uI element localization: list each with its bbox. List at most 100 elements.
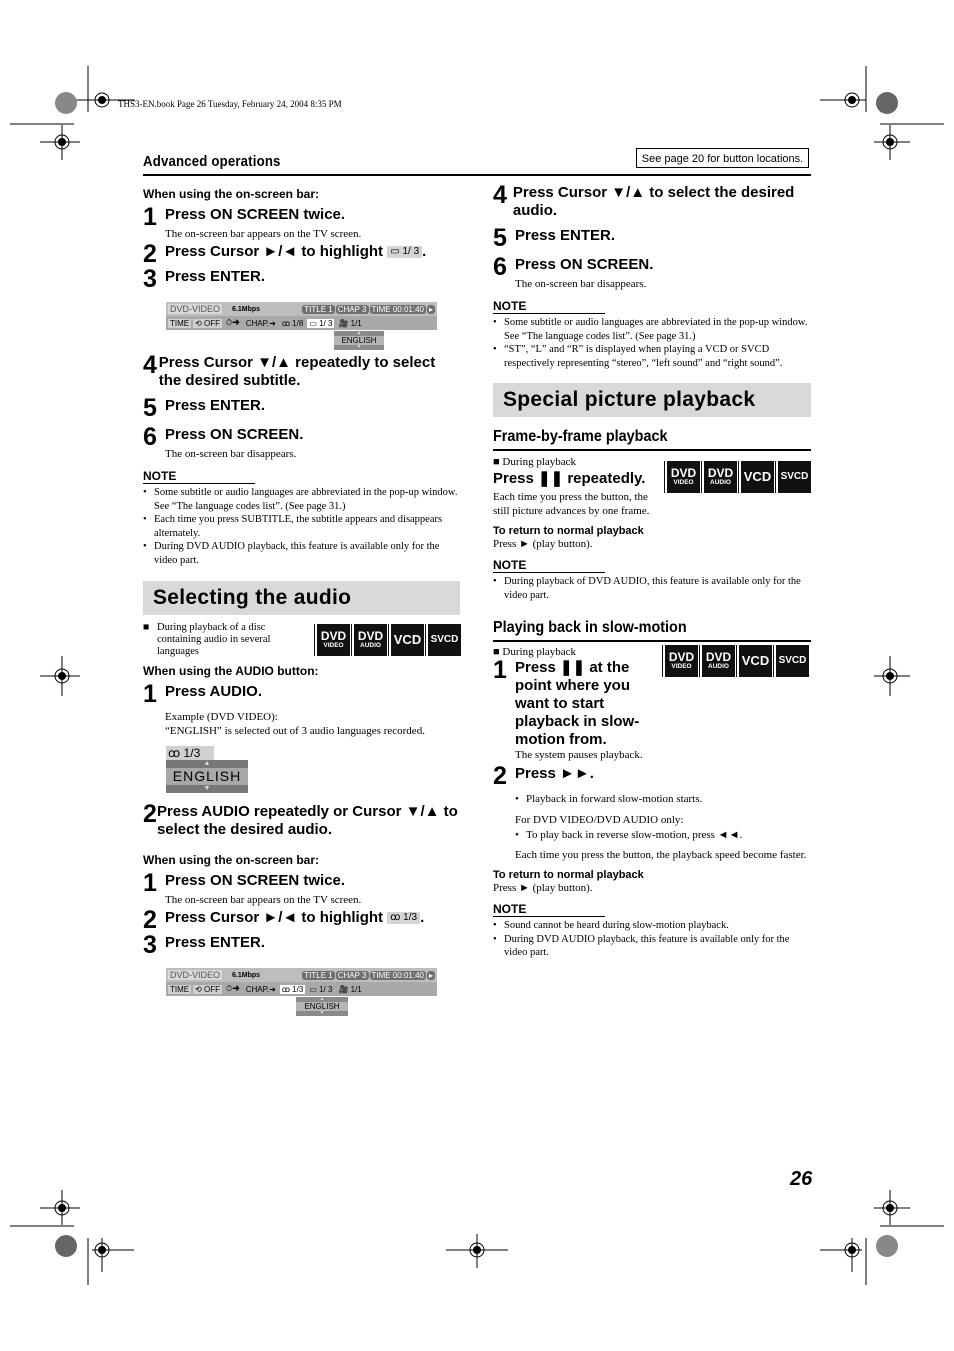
return-title: To return to normal playback <box>493 525 644 537</box>
osb-timer: ⏱➜ <box>226 984 240 993</box>
step-5: 5 Press ENTER. <box>493 224 811 252</box>
step-text: Press ENTER. <box>515 227 616 244</box>
section-title-special: Special picture playback <box>493 383 811 417</box>
note-item: Some subtitle or audio languages are abb… <box>493 316 811 343</box>
step-sub: The on-screen bar disappears. <box>165 448 297 460</box>
frame-by-frame: Frame-by-frame playback ■ During playbac… <box>493 428 811 602</box>
note-list: During playback of DVD AUDIO, this featu… <box>493 575 811 602</box>
condition-text: During playback <box>502 456 577 468</box>
note-item: “ST”, “L” and “R” is displayed when play… <box>493 343 811 370</box>
title-pill: TITLE 1 <box>302 970 335 980</box>
slow-heading: Playing back in slow-motion <box>493 619 687 636</box>
step-text: Press Cursor ▼/▲ to select the desired a… <box>512 184 795 219</box>
osb-repeat: ⟲ OFF <box>193 318 223 328</box>
chapter-pill: CHAP 3 <box>335 970 369 980</box>
note-item: During DVD AUDIO playback, this feature … <box>143 540 461 567</box>
osb-step-3: 3 Press ENTER. <box>143 931 461 959</box>
osb-subtitle: ▭ 1/ 3 <box>309 984 333 994</box>
period: . <box>422 243 427 260</box>
badge-dvd-audio: DVD AUDIO <box>700 645 735 677</box>
step-number: 4 <box>493 181 507 209</box>
condition-text: During playback <box>502 646 577 658</box>
section-label: Advanced operations <box>143 153 281 170</box>
note-title: NOTE <box>493 558 605 573</box>
onscreen-heading: When using the on-screen bar: <box>143 853 320 867</box>
on-screen-bar-1: DVD-VIDEO 6.1Mbps TITLE 1 CHAP 3 TIME 00:01… <box>166 302 437 350</box>
osb-time: TIME <box>168 318 192 328</box>
note-item: During DVD AUDIO playback, this feature … <box>493 933 811 960</box>
step-6: 6 Press ON SCREEN. <box>143 425 461 450</box>
up-arrow-icon: ▲ <box>203 760 211 767</box>
disc-badges: DVD VIDEO DVD AUDIO VCD SVCD <box>663 645 809 677</box>
note-list: Some subtitle or audio languages are abb… <box>143 486 461 567</box>
step-text: Press ON SCREEN. <box>515 256 654 273</box>
step-text: Press Cursor ▼/▲ repeatedly to select th… <box>158 354 436 389</box>
note-title: NOTE <box>143 469 255 484</box>
step-4: 4 Press Cursor ▼/▲ to select the desired … <box>493 181 811 220</box>
step-text: Press ON SCREEN. <box>165 426 304 443</box>
step-text-body: Press ❚❚ at the point where you want to … <box>515 659 640 748</box>
step-sub: The on-screen bar appears on the TV scre… <box>165 894 362 906</box>
note-item: During playback of DVD AUDIO, this featu… <box>493 575 811 602</box>
step-number: 1 <box>143 203 157 231</box>
badge-vcd: VCD <box>739 461 774 493</box>
subtitle-icon: ▭ <box>390 246 400 258</box>
step-text: Press ►►. <box>515 765 594 782</box>
play-icon: ▸ <box>426 970 435 980</box>
step-number: 3 <box>143 265 157 293</box>
note-item: Some subtitle or audio languages are abb… <box>143 486 461 513</box>
step-text: Press ON SCREEN twice. <box>165 206 346 223</box>
disc-type: DVD-VIDEO <box>168 970 223 980</box>
audio-step-2: 2 Press AUDIO repeatedly or Cursor ▼/▲ to… <box>143 802 461 839</box>
audio-popup-small: ▲ ENGLISH ▼ <box>296 997 348 1016</box>
step-1: 1 Press ON SCREEN twice. <box>143 203 461 231</box>
step-number: 2 <box>143 240 157 268</box>
audio-section: ■ During playback of a disc containing au… <box>143 622 461 737</box>
step-number: 2 <box>493 762 507 790</box>
step-3: 3 Press ENTER. <box>143 265 461 293</box>
example-desc: “ENGLISH” is selected out of 3 audio lan… <box>165 725 425 737</box>
return-title: To return to normal playback <box>493 869 644 881</box>
dvd-only-label: For DVD VIDEO/DVD AUDIO only: <box>515 813 684 826</box>
time-pill: TIME 00:01:40 <box>369 970 426 980</box>
step-2: 2 Press Cursor ►/◄ to highlight ▭ 1/ 3. <box>143 240 461 268</box>
badge-vcd: VCD <box>389 624 424 656</box>
note-item: Each time you press SUBTITLE, the subtit… <box>143 513 461 540</box>
onscreen-heading: When using the on-screen bar: <box>143 187 320 201</box>
step-number: 3 <box>143 931 157 959</box>
bitrate: 6.1Mbps <box>232 305 261 313</box>
osb-chapter: CHAP.➜ <box>245 984 276 994</box>
square-bullet-icon: ■ <box>143 622 150 633</box>
condition-text: During playback of a disc containing aud… <box>157 622 271 657</box>
badge-dvd-video: DVD VIDEO <box>663 645 698 677</box>
osb-angle: 🎥 1/1 <box>338 318 362 328</box>
time-pill: TIME 00:01:40 <box>369 304 426 314</box>
title-pill: TITLE 1 <box>302 304 335 314</box>
slow-step-2: 2 Press ►►. <box>493 762 811 790</box>
step-number: 1 <box>493 656 507 684</box>
step-number: 5 <box>143 394 157 422</box>
step-sub: The on-screen bar disappears. <box>515 278 647 290</box>
frame-condition: ■ During playback <box>493 455 665 469</box>
step-text: Press ENTER. <box>165 934 266 951</box>
audio-condition: ■ During playback of a disc containing au… <box>143 622 297 658</box>
period: . <box>420 909 425 926</box>
frame-action: Press ❚❚ repeatedly. <box>493 470 646 487</box>
heading-rule <box>493 640 811 642</box>
osb-audio: ꝏ 1/3 <box>279 984 306 994</box>
disc-badges: DVD VIDEO DVD AUDIO VCD SVCD <box>315 624 461 658</box>
step-number: 4 <box>143 351 157 379</box>
subtitle-highlight: ▭ 1/ 3 <box>387 246 423 259</box>
note-item: Sound cannot be heard during slow-motion… <box>493 919 811 933</box>
page-number: 26 <box>790 1168 813 1190</box>
badge-dvd-video: DVD VIDEO <box>315 624 350 656</box>
return-text: Press ► (play button). <box>493 882 593 894</box>
square-bullet-icon: ■ <box>493 456 503 468</box>
bitrate: 6.1Mbps <box>232 971 261 979</box>
step-sub: The on-screen bar appears on the TV scre… <box>165 228 362 240</box>
return-text: Press ► (play button). <box>493 538 593 550</box>
chapter-pill: CHAP 3 <box>335 304 369 314</box>
audio-steps-2: 2 Press AUDIO repeatedly or Cursor ▼/▲ to… <box>143 802 461 959</box>
osb-angle: 🎥 1/1 <box>338 984 362 994</box>
step-number: 5 <box>493 224 507 252</box>
